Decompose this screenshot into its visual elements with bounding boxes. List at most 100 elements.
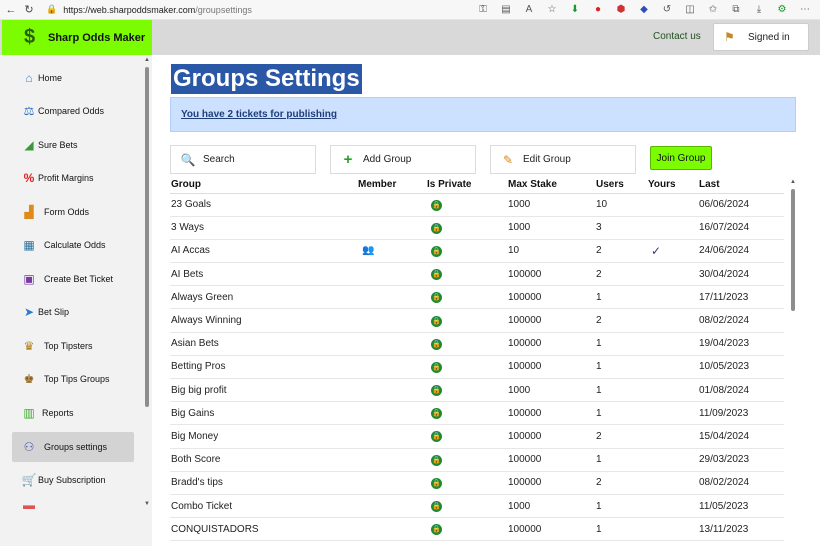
back-icon[interactable]: ← [4, 3, 18, 17]
last-date-cell: 01/08/2024 [698, 378, 784, 403]
table-row[interactable]: Bradd's tips 🔒 100000 2 08/02/2024 [170, 471, 784, 495]
sidebar-item-create-bet-ticket[interactable]: ▣ Create Bet Ticket [12, 264, 134, 294]
favorites-icon[interactable]: ✩ [706, 4, 720, 15]
sidebar-item-top-tips-groups[interactable]: ♚ Top Tips Groups [12, 364, 134, 394]
header-member[interactable]: Member [357, 177, 426, 194]
menu-icon[interactable]: ⋯ [798, 4, 812, 15]
sidebar-item-reports[interactable]: ▥ Reports [12, 398, 134, 428]
sidebar-item-sure-bets[interactable]: ◢ Sure Bets [12, 130, 134, 160]
download-ext-icon[interactable]: ⬇ [568, 4, 582, 15]
table-scroll-up-arrow[interactable]: ▲ [790, 179, 796, 185]
table-row[interactable]: 3 Ways 🔒 1000 3 16/07/2024 [170, 216, 784, 240]
ext-blue-icon[interactable]: ◆ [637, 4, 651, 15]
table-scrollbar[interactable]: ▲ [789, 179, 797, 546]
browser-toolbar: ← ↻ 🔒 https://web.sharpoddsmaker.com /gr… [0, 0, 820, 20]
tickets-publishing-link[interactable]: You have 2 tickets for publishing [181, 109, 337, 120]
table-row[interactable]: Big big profit 🔒 1000 1 01/08/2024 [170, 378, 784, 403]
table-row[interactable]: 23 Goals 🔒 1000 10 06/06/2024 [170, 193, 784, 217]
search-button[interactable]: 🔍 Search [170, 145, 316, 174]
reload-icon[interactable]: ↻ [22, 3, 36, 17]
table-row[interactable]: Both Score 🔒 100000 1 29/03/2023 [170, 448, 784, 472]
signed-in-button[interactable]: ⚑ Signed in [713, 23, 809, 51]
sidebar-item-home[interactable]: ⌂ Home [12, 63, 134, 93]
brand-logo[interactable]: $ Sharp Odds Maker [2, 20, 152, 55]
sidebar-item-calculate-odds[interactable]: ▦ Calculate Odds [12, 230, 134, 260]
contact-us-link[interactable]: Contact us [653, 31, 701, 42]
extensions-icon[interactable]: ⚙ [775, 4, 789, 15]
reader-icon[interactable]: ▤ [499, 4, 513, 15]
table-row[interactable]: Betting Pros 🔒 100000 1 10/05/2023 [170, 355, 784, 380]
sidebar-scroll-thumb[interactable] [145, 67, 149, 407]
sidebar-item-bet-slip[interactable]: ➤ Bet Slip [12, 297, 134, 327]
users-cell: 1 [595, 448, 647, 472]
key-icon[interactable]: ⚿ [476, 4, 490, 15]
yours-cell [647, 448, 698, 472]
table-row[interactable]: Asian Bets 🔒 100000 1 19/04/2023 [170, 332, 784, 356]
sidebar-scrollbar[interactable]: ▲ ▼ [144, 57, 150, 509]
table-row[interactable]: Always Winning 🔒 100000 2 08/02/2024 [170, 308, 784, 333]
private-lock-icon: 🔒 [431, 408, 442, 420]
checkmark-icon: ✓ [651, 243, 662, 258]
header-last[interactable]: Last [698, 177, 784, 194]
sidebar-item-partial[interactable]: ▬ [12, 499, 134, 511]
sidebar-item-groups-settings[interactable]: ⚇ Groups settings [12, 432, 134, 462]
ext-red-icon[interactable]: ● [591, 4, 605, 15]
address-bar[interactable]: 🔒 https://web.sharpoddsmaker.com /groups… [46, 2, 476, 18]
header-group[interactable]: Group [170, 177, 357, 194]
split-icon[interactable]: ◫ [683, 4, 697, 15]
join-group-button[interactable]: Join Group [650, 146, 712, 170]
sidebar-item-compared-odds[interactable]: ⚖ Compared Odds [12, 96, 134, 126]
table-row[interactable]: Combo Ticket 🔒 1000 1 11/05/2023 [170, 494, 784, 519]
refresh-ext-icon[interactable]: ↺ [660, 4, 674, 15]
read-aloud-icon[interactable]: A [522, 4, 536, 15]
crown-icon: ♚ [23, 372, 35, 386]
table-row[interactable]: Big Gains 🔒 100000 1 11/09/2023 [170, 401, 784, 426]
max-stake-cell: 1000 [507, 378, 595, 403]
last-date-cell: 10/05/2023 [698, 355, 784, 380]
yours-cell [647, 216, 698, 240]
sidebar-item-top-tipsters[interactable]: ♛ Top Tipsters [12, 331, 134, 361]
private-lock-icon: 🔒 [431, 269, 442, 281]
sidebar-item-profit-margins[interactable]: % Profit Margins [12, 163, 134, 193]
collections-icon[interactable]: ⧉ [729, 4, 743, 15]
lock-icon[interactable]: 🔒 [46, 4, 57, 15]
header-max-stake[interactable]: Max Stake [507, 177, 595, 194]
sidebar-item-form-odds[interactable]: ▟ Form Odds [12, 197, 134, 227]
edit-group-button[interactable]: ✎ Edit Group [490, 145, 636, 174]
favorite-icon[interactable]: ☆ [545, 4, 559, 15]
header-is-private[interactable]: Is Private [426, 177, 507, 194]
search-label: Search [203, 154, 235, 165]
downloads-icon[interactable]: ⤓ [752, 4, 766, 15]
header-users[interactable]: Users [595, 177, 647, 194]
sidebar-item-label: Profit Margins [38, 173, 94, 183]
private-lock-icon: 🔒 [431, 501, 442, 513]
member-cell [357, 308, 426, 333]
max-stake-cell: 100000 [507, 424, 595, 449]
max-stake-cell: 100000 [507, 355, 595, 380]
users-cell: 1 [595, 378, 647, 403]
add-group-button[interactable]: + Add Group [330, 145, 476, 174]
table-scroll-thumb[interactable] [791, 189, 795, 311]
member-cell [357, 448, 426, 472]
last-date-cell: 11/05/2023 [698, 494, 784, 519]
max-stake-cell: 1000 [507, 494, 595, 519]
table-row[interactable]: AI Accas 👥 🔒 10 2 ✓ 24/06/2024 [170, 239, 784, 264]
table-row[interactable]: Always Green 🔒 100000 1 17/11/2023 [170, 285, 784, 310]
last-date-cell: 17/11/2023 [698, 285, 784, 310]
sidebar-item-buy-subscription[interactable]: 🛒 Buy Subscription [12, 465, 134, 495]
group-name-cell: AI Accas [170, 239, 357, 264]
max-stake-cell: 100000 [507, 471, 595, 495]
table-row[interactable]: AI Bets 🔒 100000 2 30/04/2024 [170, 262, 784, 287]
scroll-down-arrow[interactable]: ▼ [144, 501, 150, 507]
table-row[interactable]: Big Money 🔒 100000 2 15/04/2024 [170, 424, 784, 449]
member-cell [357, 471, 426, 495]
scroll-up-arrow[interactable]: ▲ [144, 57, 150, 63]
is-private-cell: 🔒 [426, 517, 507, 542]
max-stake-cell: 100000 [507, 332, 595, 356]
header-yours[interactable]: Yours [647, 177, 698, 194]
private-lock-icon: 🔒 [431, 292, 442, 304]
ext-ublock-icon[interactable]: ⬢ [614, 4, 628, 15]
url-path: /groupsettings [195, 4, 252, 15]
yours-cell [647, 401, 698, 426]
table-row[interactable]: CONQUISTADORS 🔒 100000 1 13/11/2023 [170, 517, 784, 542]
